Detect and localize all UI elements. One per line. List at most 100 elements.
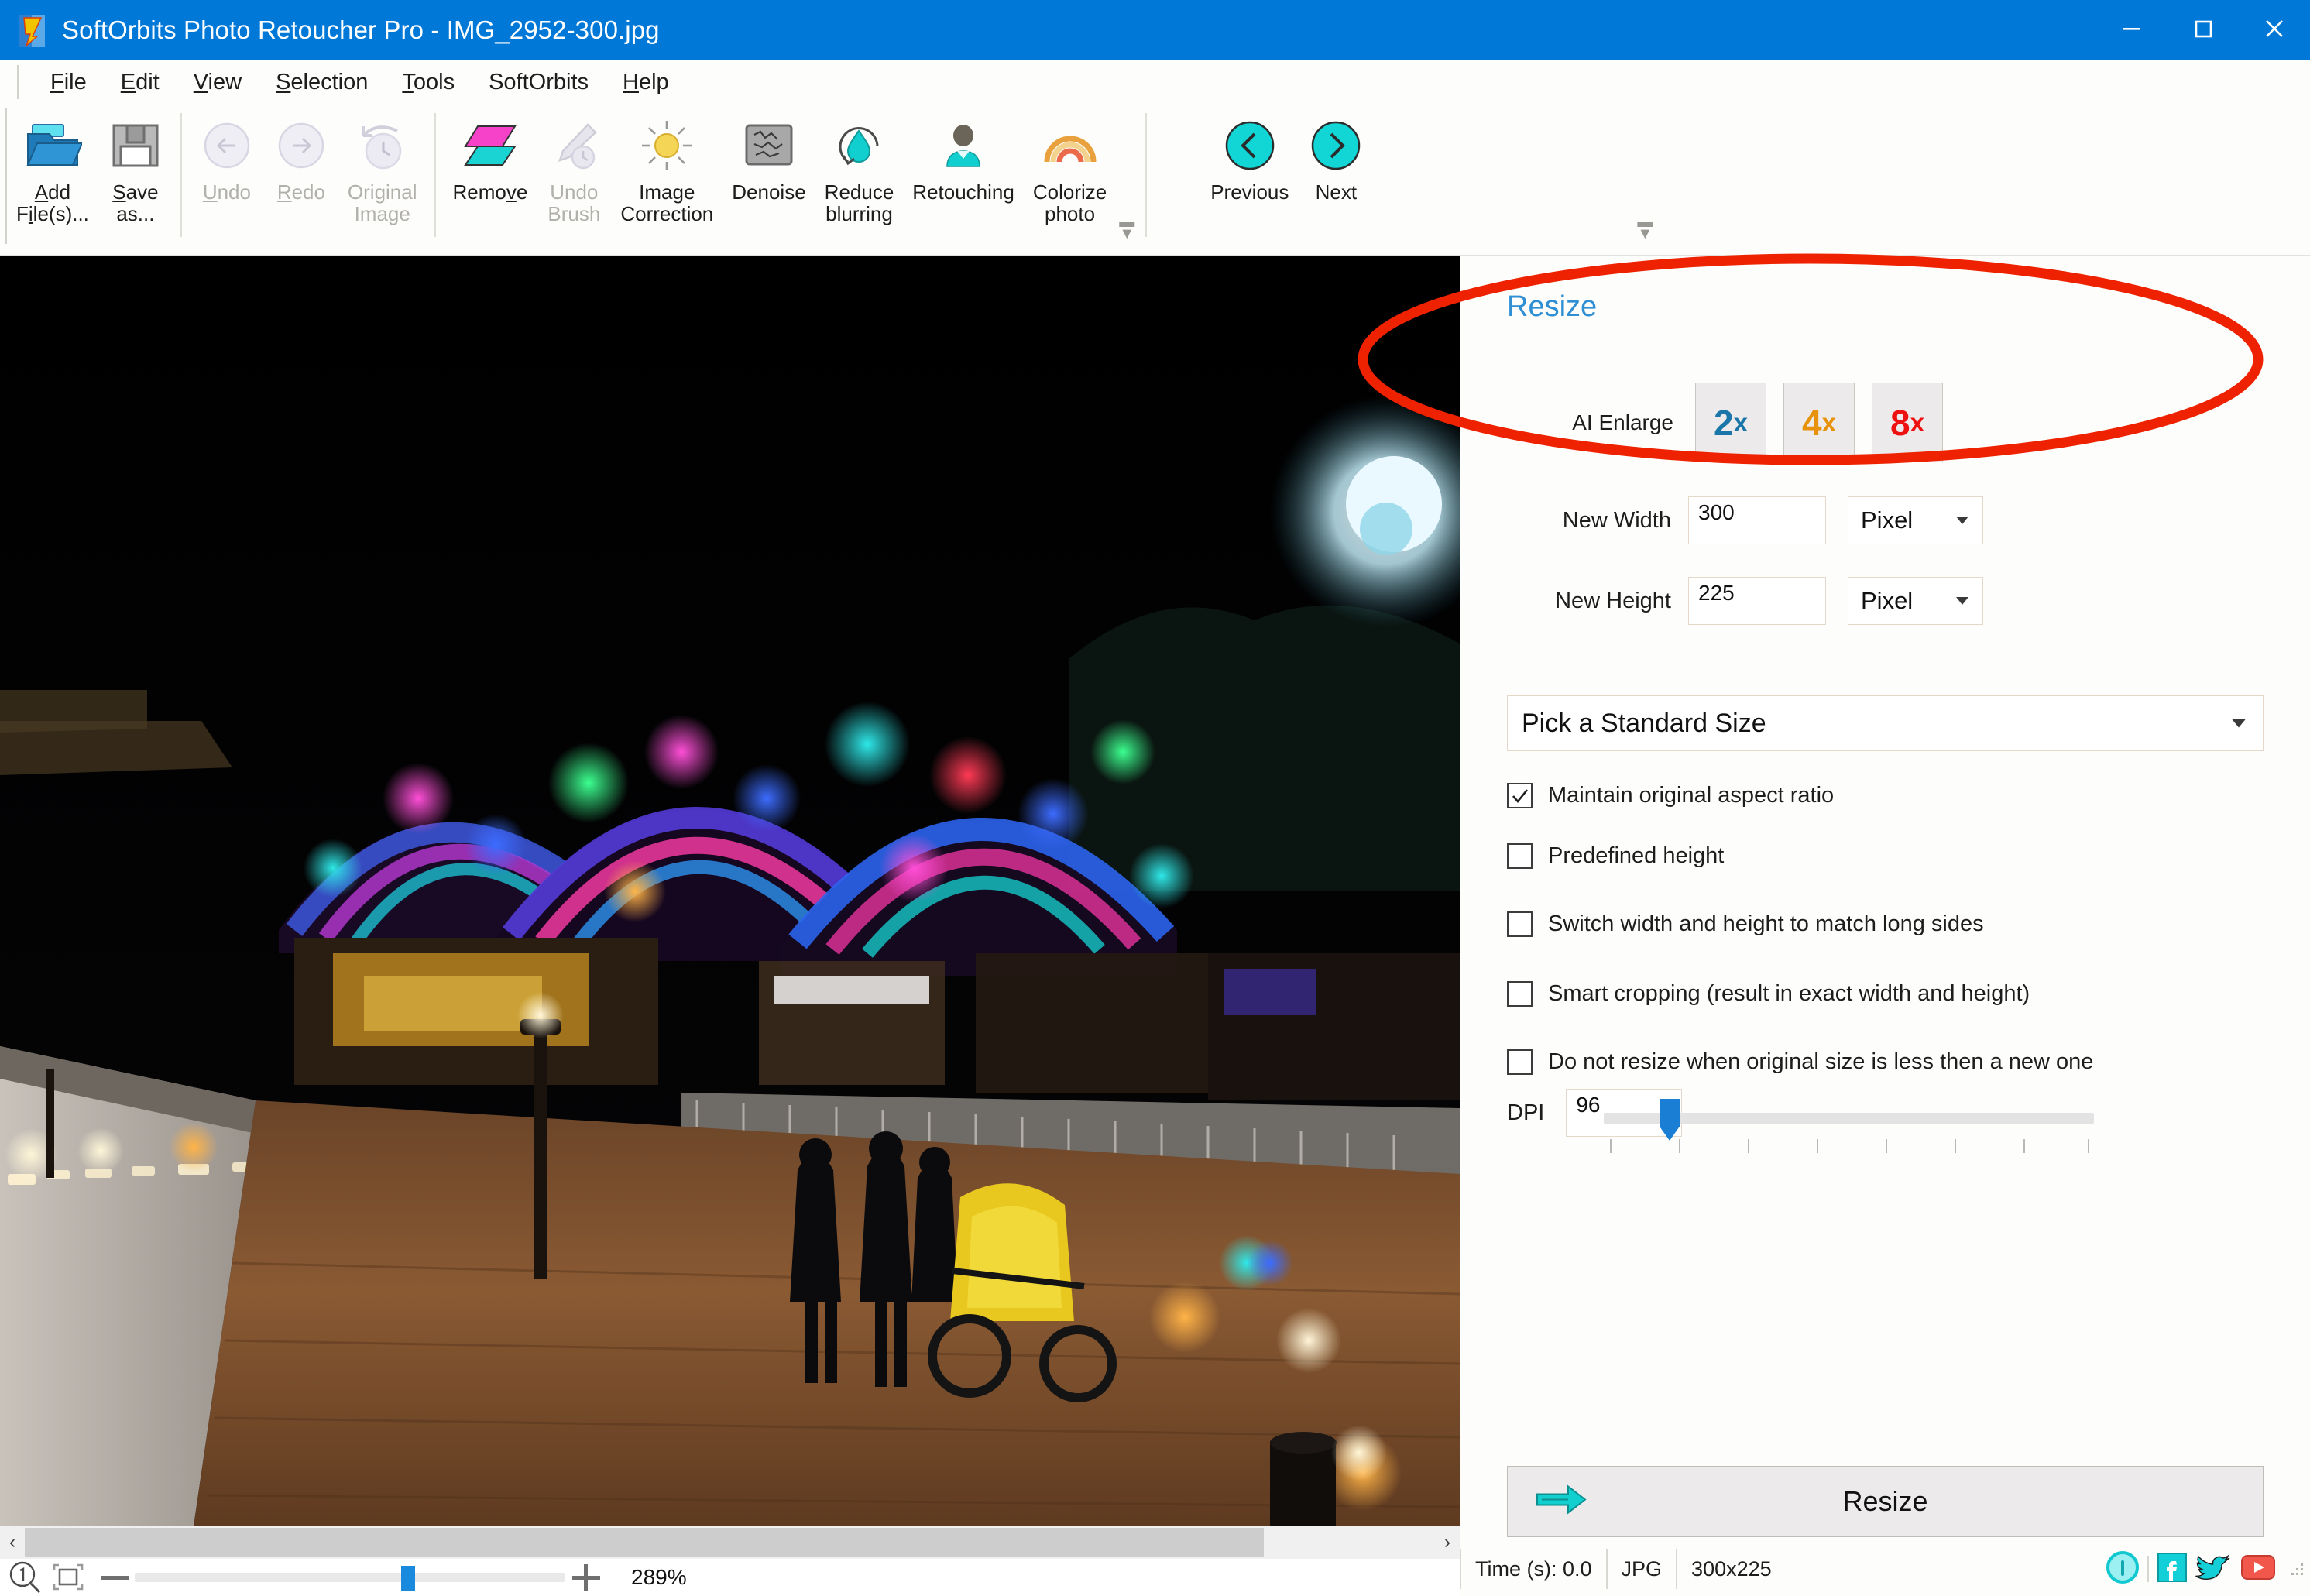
undo-label: Undo [202,180,251,204]
zoom-slider[interactable] [135,1566,565,1591]
toolbar-group-tools: Remove Undo Brush Image Correction Denoi… [444,104,1138,248]
undo-button[interactable]: Undo [190,104,264,203]
new-width-unit-select[interactable]: Pixel [1848,496,1983,544]
save-as-label: Save as... [112,180,159,226]
menu-drag-grip[interactable] [17,65,19,99]
chevron-right-icon[interactable]: › [1435,1526,1460,1559]
resize-button-label: Resize [1842,1485,1928,1517]
redo-arrow-icon [274,115,328,177]
menu-item-file[interactable]: File [33,67,104,98]
photo-night-promenade [0,256,1460,1526]
checkbox-maintain-aspect-ratio[interactable]: Maintain original aspect ratio [1507,783,1834,808]
checkbox-box[interactable] [1507,911,1533,937]
resize-button[interactable]: Resize [1507,1466,2264,1537]
menu-item-selection[interactable]: Selection [259,67,385,98]
maximize-button[interactable] [2168,0,2239,60]
undo-brush-label: Undo Brush [547,180,601,226]
undo-brush-button[interactable]: Undo Brush [537,104,611,225]
new-width-input[interactable]: 300 [1688,496,1826,544]
zoom-level-value: 289% [631,1565,687,1589]
menu-bar: File Edit View Selection Tools SoftOrbit… [0,60,2310,104]
checkbox-do-not-resize[interactable]: Do not resize when original size is less… [1507,1049,2093,1075]
toolbar-overflow-icon[interactable]: ▬ ▼ [1637,215,1653,242]
reduce-blurring-button[interactable]: Reduce blurring [815,104,904,225]
status-bar: Time (s): 0.0 JPG 300x225 [1460,1542,2310,1596]
youtube-icon[interactable] [2239,1552,2277,1587]
check-icon [1512,788,1528,803]
dpi-slider-thumb[interactable] [1660,1099,1680,1141]
checkbox-label: Smart cropping (result in exact width an… [1548,981,2030,1006]
horizontal-scrollbar[interactable]: ‹ › [0,1526,1460,1559]
colorize-photo-button[interactable]: Colorize photo [1024,104,1116,225]
menu-item-tools[interactable]: Tools [385,67,472,98]
ai-enlarge-8x-button[interactable]: 8x [1872,383,1943,462]
chevron-left-icon[interactable]: ‹ [0,1526,25,1559]
checkbox-label: Do not resize when original size is less… [1548,1049,2094,1074]
checkbox-box[interactable] [1507,981,1533,1007]
fit-to-window-icon[interactable] [51,1562,85,1593]
toolbar-overflow-icon[interactable]: ▬ ▼ [1119,215,1134,242]
redo-button[interactable]: Redo [264,104,338,203]
resize-grip-icon[interactable] [2288,1560,2305,1577]
ai-4x-suffix: x [1821,408,1836,437]
dpi-slider[interactable] [1604,1099,2094,1156]
original-image-label: Original Image [347,180,417,226]
denoise-button[interactable]: Denoise [723,104,815,203]
scrollbar-track[interactable] [25,1526,1435,1559]
undo-arrow-icon [200,115,254,177]
menu-item-help[interactable]: Help [606,67,686,98]
image-canvas[interactable] [0,256,1460,1526]
facebook-icon[interactable] [2155,1550,2189,1588]
image-correction-button[interactable]: Image Correction [611,104,723,225]
checkbox-predefined-height[interactable]: Predefined height [1507,843,1724,869]
ai-enlarge-4x-button[interactable]: 4x [1783,383,1855,462]
standard-size-select[interactable]: Pick a Standard Size [1507,695,2264,751]
menu-item-edit[interactable]: Edit [104,67,177,98]
noise-square-icon [743,115,795,177]
checkbox-smart-cropping[interactable]: Smart cropping (result in exact width an… [1507,981,2030,1007]
previous-button[interactable]: Previous [1201,104,1298,203]
menu-item-softorbits[interactable]: SoftOrbits [472,67,606,98]
ai-enlarge-2x-button[interactable]: 2x [1695,383,1766,462]
ai-enlarge-row: AI Enlarge 2x 4x 8x [1507,383,1943,462]
chevron-down-icon [2232,719,2246,728]
zoom-bar: 289% [0,1559,1460,1596]
new-height-input[interactable]: 225 [1688,577,1826,625]
new-height-unit-value: Pixel [1861,587,1914,614]
chevron-right-circle-icon [1307,115,1364,177]
magnifier-one-icon[interactable] [8,1560,42,1594]
add-files-button[interactable]: Add File(s)... [7,104,98,225]
checkbox-switch-width-height[interactable]: Switch width and height to match long si… [1507,911,1984,937]
zoom-out-button[interactable] [94,1572,135,1583]
minimize-button[interactable] [2096,0,2168,60]
scrollbar-thumb[interactable] [25,1528,1264,1557]
new-height-unit-select[interactable]: Pixel [1848,577,1983,625]
toolbar-group-file: Add File(s)... Save as... [7,104,173,248]
info-icon[interactable] [2105,1550,2140,1589]
checkbox-box[interactable] [1507,783,1533,808]
main-toolbar: Add File(s)... Save as... Undo Redo Orig… [0,104,2310,256]
status-format: JPG [1605,1549,1677,1589]
panel-title: Resize [1507,290,1598,323]
next-button[interactable]: Next [1298,104,1374,203]
dpi-slider-ticks [1604,1139,2094,1155]
reduce-blurring-label: Reduce blurring [824,180,894,226]
remove-button[interactable]: Remove [444,104,537,203]
twitter-icon[interactable] [2195,1550,2233,1588]
original-image-button[interactable]: Original Image [338,104,427,225]
checkbox-box[interactable] [1507,843,1533,869]
retouching-button[interactable]: Retouching [903,104,1024,203]
zoom-in-button[interactable] [565,1560,608,1594]
close-button[interactable] [2239,0,2310,60]
droplet-refresh-icon [831,115,887,177]
floppy-disk-icon [110,115,161,177]
title-bar: SoftOrbits Photo Retoucher Pro - IMG_295… [0,0,2310,60]
checkbox-box[interactable] [1507,1049,1533,1075]
previous-label: Previous [1210,180,1289,204]
checkbox-label: Switch width and height to match long si… [1548,911,1984,936]
next-label: Next [1315,180,1358,204]
save-as-button[interactable]: Save as... [98,104,173,225]
zoom-slider-thumb[interactable] [401,1566,416,1591]
menu-item-view[interactable]: View [177,67,259,98]
new-height-label: New Height [1555,588,1671,613]
